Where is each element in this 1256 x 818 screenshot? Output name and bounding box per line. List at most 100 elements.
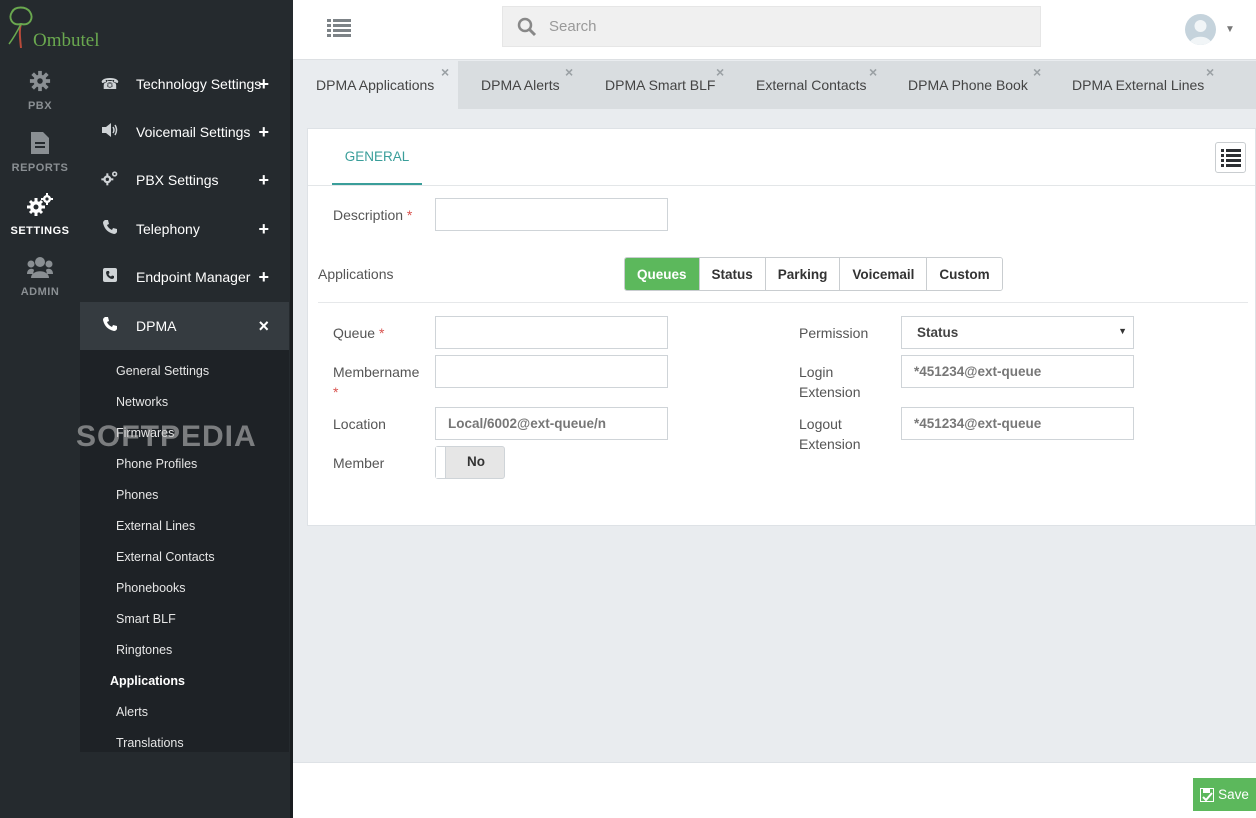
- nav-item-label: Technology Settings: [136, 76, 262, 92]
- expand-icon[interactable]: +: [258, 267, 269, 288]
- permission-selected-value: Status: [917, 325, 959, 340]
- avatar[interactable]: [1185, 14, 1216, 45]
- save-label: Save: [1218, 787, 1249, 802]
- watermark: SOFTPEDIA: [76, 420, 257, 453]
- volume-icon: [100, 123, 120, 141]
- nav-item-label: Telephony: [136, 221, 200, 237]
- description-input[interactable]: [435, 198, 668, 231]
- location-input[interactable]: [435, 407, 668, 440]
- tab-dpma-smart-blf[interactable]: DPMA Smart BLF ×: [582, 61, 733, 109]
- close-icon[interactable]: ×: [441, 64, 449, 80]
- logout-extension-input[interactable]: [901, 407, 1134, 440]
- app-type-custom-button[interactable]: Custom: [927, 258, 1002, 290]
- top-bar: ▼: [293, 0, 1256, 60]
- tab-label: DPMA External Lines: [1072, 77, 1205, 93]
- member-toggle[interactable]: No: [435, 446, 505, 479]
- submenu-item-phonebooks[interactable]: Phonebooks: [116, 581, 186, 595]
- submenu-item-ringtones[interactable]: Ringtones: [116, 643, 172, 657]
- nav-item-dpma[interactable]: DPMA ×: [80, 302, 289, 350]
- list-icon: [327, 19, 351, 37]
- expand-icon[interactable]: +: [258, 170, 269, 191]
- phone-icon: ☎: [100, 76, 120, 93]
- close-icon[interactable]: ×: [716, 64, 724, 80]
- login-extension-input[interactable]: [901, 355, 1134, 388]
- search-input[interactable]: [549, 7, 1029, 46]
- tab-label: DPMA Phone Book: [908, 77, 1028, 93]
- nav-item-label: PBX Settings: [136, 172, 219, 188]
- list-icon: [1221, 149, 1241, 167]
- tab-label: DPMA Applications: [316, 77, 435, 93]
- rail-label: SETTINGS: [10, 225, 70, 237]
- app-type-status-button[interactable]: Status: [699, 258, 766, 290]
- rail-label: PBX: [27, 100, 53, 112]
- divider: [318, 302, 1248, 303]
- tab-bar: DPMA Applications × DPMA Alerts × DPMA S…: [293, 61, 1256, 109]
- nav-item-technology-settings[interactable]: ☎ Technology Settings +: [80, 60, 289, 108]
- list-view-button[interactable]: [1215, 142, 1246, 173]
- submenu-item-external-lines[interactable]: External Lines: [116, 519, 195, 533]
- nav-item-voicemail-settings[interactable]: Voicemail Settings +: [80, 108, 289, 156]
- save-button[interactable]: Save: [1193, 778, 1256, 811]
- user-avatar-icon: [1189, 20, 1212, 45]
- nav-item-pbx-settings[interactable]: PBX Settings +: [80, 156, 289, 204]
- queue-input[interactable]: [435, 316, 668, 349]
- document-icon: [31, 132, 49, 158]
- handset-icon: [100, 317, 120, 335]
- tree-logo-icon: [8, 6, 33, 48]
- submenu-item-translations[interactable]: Translations: [116, 736, 184, 750]
- tab-external-contacts[interactable]: External Contacts ×: [733, 61, 885, 109]
- search-box[interactable]: [502, 6, 1041, 47]
- member-toggle-value: No: [467, 454, 485, 469]
- nav-item-telephony[interactable]: Telephony +: [80, 205, 289, 253]
- app-type-voicemail-button[interactable]: Voicemail: [840, 258, 928, 290]
- collapse-icon[interactable]: ×: [258, 316, 269, 337]
- divider: [308, 185, 1255, 186]
- close-icon[interactable]: ×: [565, 64, 573, 80]
- nav-item-label: Endpoint Manager: [136, 269, 251, 285]
- close-icon[interactable]: ×: [869, 64, 877, 80]
- tab-dpma-phone-book[interactable]: DPMA Phone Book ×: [885, 61, 1049, 109]
- submenu-item-smart-blf[interactable]: Smart BLF: [116, 612, 176, 626]
- search-icon: [517, 17, 537, 37]
- application-type-selector: Queues Status Parking Voicemail Custom: [624, 257, 1003, 291]
- membername-label: Membername *: [333, 364, 420, 400]
- nav-item-endpoint-manager[interactable]: Endpoint Manager +: [80, 253, 289, 301]
- submenu-item-alerts[interactable]: Alerts: [116, 705, 148, 719]
- app-type-parking-button[interactable]: Parking: [765, 258, 841, 290]
- tab-dpma-external-lines[interactable]: DPMA External Lines ×: [1049, 61, 1229, 109]
- nav-item-label: Voicemail Settings: [136, 124, 251, 140]
- permission-select[interactable]: Status ▼: [901, 316, 1134, 349]
- tab-dpma-alerts[interactable]: DPMA Alerts ×: [458, 61, 582, 109]
- caret-down-icon: ▼: [1118, 326, 1127, 336]
- footer-bar: Save: [293, 762, 1256, 818]
- rail-item-admin[interactable]: ADMIN: [0, 246, 80, 308]
- menu-toggle-button[interactable]: [327, 18, 351, 38]
- app-type-queues-button[interactable]: Queues: [625, 258, 700, 290]
- logout-extension-label: Logout Extension: [799, 416, 861, 452]
- save-icon: [1200, 787, 1215, 802]
- tab-dpma-applications[interactable]: DPMA Applications ×: [293, 61, 458, 109]
- queue-label: Queue *: [333, 325, 385, 341]
- tab-general[interactable]: GENERAL: [332, 129, 422, 185]
- submenu-item-networks[interactable]: Networks: [116, 395, 168, 409]
- submenu-item-applications[interactable]: Applications: [110, 674, 185, 688]
- nav-item-label: DPMA: [136, 318, 177, 334]
- membername-input[interactable]: [435, 355, 668, 388]
- gears-icon: [100, 170, 120, 190]
- rail-item-reports[interactable]: REPORTS: [0, 122, 80, 184]
- rail-item-pbx[interactable]: PBX: [0, 60, 80, 122]
- rail-label: REPORTS: [11, 162, 69, 174]
- app-logo[interactable]: Ombutel: [0, 0, 293, 60]
- submenu-item-general-settings[interactable]: General Settings: [116, 364, 209, 378]
- close-icon[interactable]: ×: [1033, 64, 1041, 80]
- expand-icon[interactable]: +: [258, 219, 269, 240]
- expand-icon[interactable]: +: [258, 122, 269, 143]
- submenu-item-external-contacts[interactable]: External Contacts: [116, 550, 215, 564]
- rail-item-settings[interactable]: SETTINGS: [0, 184, 80, 246]
- expand-icon[interactable]: +: [258, 74, 269, 95]
- close-icon[interactable]: ×: [1206, 64, 1214, 80]
- submenu-item-phones[interactable]: Phones: [116, 488, 158, 502]
- chevron-down-icon[interactable]: ▼: [1225, 24, 1235, 35]
- dpma-submenu: General Settings Networks Firmwares Phon…: [80, 350, 289, 752]
- submenu-item-phone-profiles[interactable]: Phone Profiles: [116, 457, 197, 471]
